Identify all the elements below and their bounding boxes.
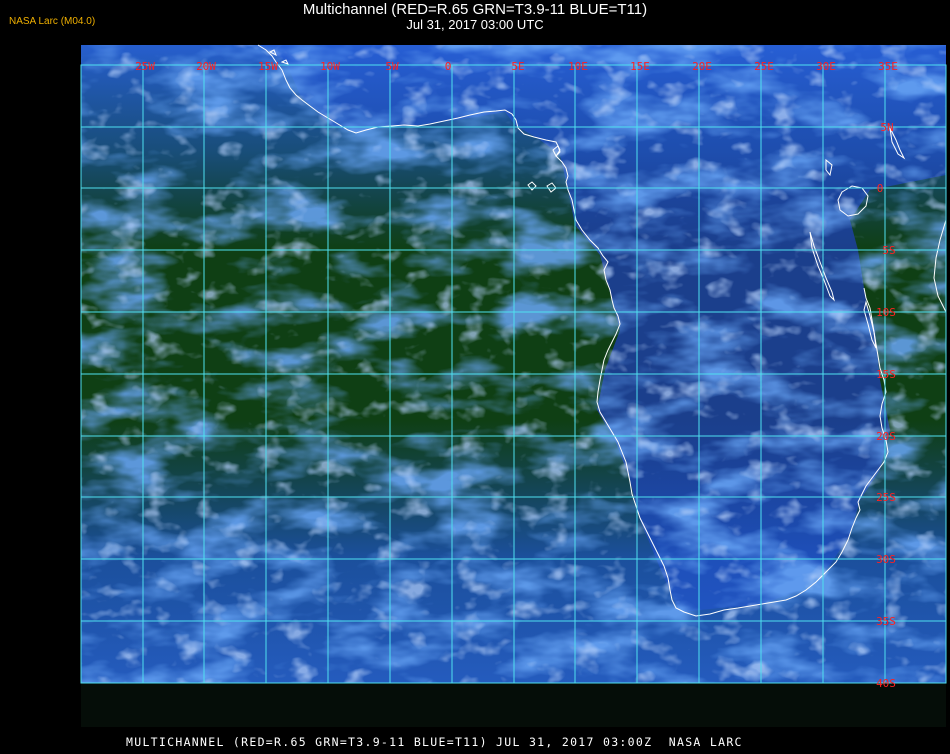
lon-label: 35E bbox=[878, 60, 898, 73]
satellite-map: 25W 20W 15W 10W 5W 0 5E 10E 15E 20E 25E … bbox=[0, 0, 950, 750]
lon-label: 25E bbox=[754, 60, 774, 73]
footer-caption: MULTICHANNEL (RED=R.65 GRN=T3.9-11 BLUE=… bbox=[126, 735, 743, 749]
lat-label: 25S bbox=[876, 491, 896, 504]
lat-label: 40S bbox=[876, 677, 896, 690]
lon-label: 10W bbox=[320, 60, 340, 73]
lon-label: 15E bbox=[630, 60, 650, 73]
lon-label: 30E bbox=[816, 60, 836, 73]
lon-label: 10E bbox=[568, 60, 588, 73]
lon-label: 20W bbox=[196, 60, 216, 73]
lat-label: 20S bbox=[876, 430, 896, 443]
lat-label: 35S bbox=[876, 615, 896, 628]
lat-label: 30S bbox=[876, 553, 896, 566]
lat-label: 5S bbox=[882, 244, 895, 257]
satellite-map-svg: 25W 20W 15W 10W 5W 0 5E 10E 15E 20E 25E … bbox=[80, 44, 947, 727]
lon-label: 5E bbox=[511, 60, 524, 73]
lat-label: 5N bbox=[880, 121, 893, 134]
lon-label: 15W bbox=[258, 60, 278, 73]
lon-label: 25W bbox=[135, 60, 155, 73]
lon-label: 20E bbox=[692, 60, 712, 73]
lat-label: 15S bbox=[876, 368, 896, 381]
lat-label: 10S bbox=[876, 306, 896, 319]
lon-label: 0 bbox=[445, 60, 452, 73]
lat-label: 0 bbox=[877, 182, 884, 195]
lon-label: 5W bbox=[385, 60, 399, 73]
